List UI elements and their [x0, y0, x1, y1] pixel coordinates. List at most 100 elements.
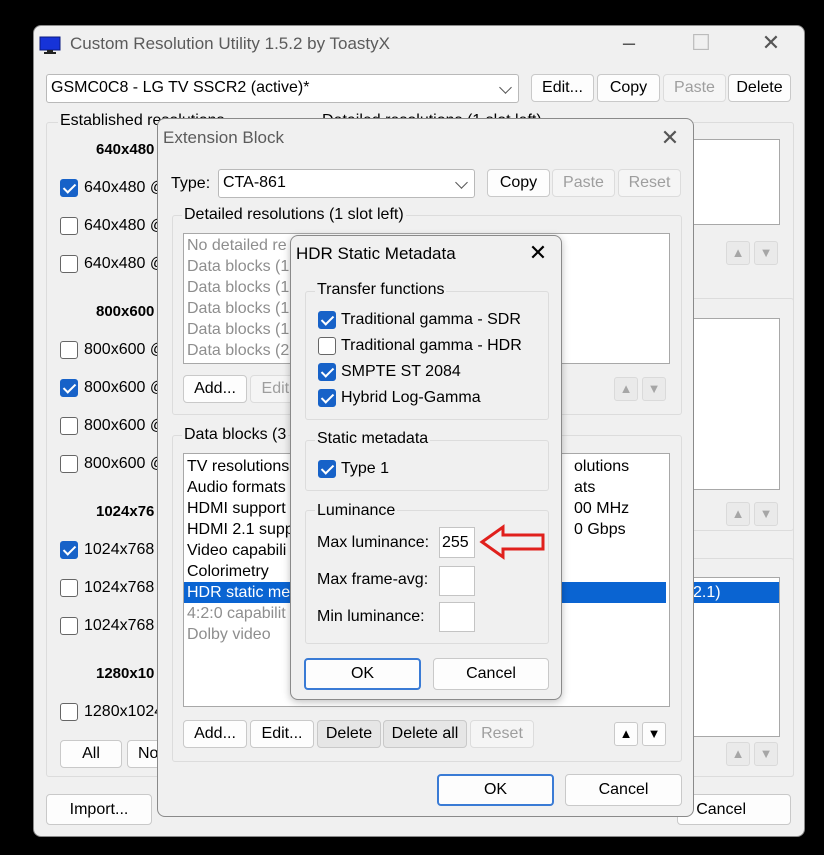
transfer-checkbox[interactable]: [318, 363, 336, 381]
detailed-list[interactable]: [689, 139, 780, 225]
db-add-button[interactable]: Add...: [183, 720, 247, 748]
ext-ok-button[interactable]: OK: [437, 774, 554, 806]
delete-monitor-button[interactable]: Delete: [728, 74, 791, 102]
db-delete-all-button[interactable]: Delete all: [383, 720, 467, 748]
resolution-label: 1024x768: [84, 617, 155, 634]
resolution-checkbox[interactable]: [60, 379, 78, 397]
resolution-group-heading: 1280x10: [96, 665, 155, 682]
resolution-label: 1024x768: [84, 579, 155, 596]
type-select[interactable]: CTA-861: [218, 169, 475, 198]
ext-cancel-button[interactable]: Cancel: [565, 774, 682, 806]
monitor-select-value: GSMC0C8 - LG TV SSCR2 (active)*: [51, 79, 310, 96]
resolution-label: 640x480 @: [84, 179, 167, 196]
type1-checkbox[interactable]: [318, 460, 336, 478]
hdr-dialog: HDR Static Metadata ✕ Transfer functions…: [290, 235, 562, 700]
ext-detailed-up-button[interactable]: ▲: [614, 377, 638, 401]
ext-detailed-add-button[interactable]: Add...: [183, 375, 247, 403]
list-item[interactable]: 0 Gbps: [574, 519, 626, 540]
list-item[interactable]: Dolby video: [184, 624, 271, 645]
ext-move-down-button[interactable]: ▼: [754, 502, 778, 526]
transfer-label: Transfer functions: [315, 281, 447, 299]
resolution-checkbox[interactable]: [60, 455, 78, 473]
db-move-up-button[interactable]: ▲: [614, 722, 638, 746]
list-item[interactable]: 00 MHz: [574, 498, 629, 519]
db-delete-button[interactable]: Delete: [317, 720, 381, 748]
list-item[interactable]: Video capabili: [184, 540, 286, 561]
extension-blocks-list[interactable]: [689, 318, 780, 490]
min-luminance-label: Min luminance:: [317, 608, 425, 625]
annotation-arrow-icon: [479, 524, 547, 560]
ext-copy-button[interactable]: Copy: [487, 169, 550, 197]
list-item[interactable]: HDMI support: [184, 498, 286, 519]
extension-list-2[interactable]: 2.1): [689, 577, 780, 737]
list-item[interactable]: Audio formats: [184, 477, 286, 498]
app-icon: [39, 36, 61, 54]
ext-reset-button[interactable]: Reset: [618, 169, 681, 197]
ext2-move-down-button[interactable]: ▼: [754, 742, 778, 766]
max-frame-avg-label: Max frame-avg:: [317, 571, 429, 588]
move-down-button[interactable]: ▼: [754, 241, 778, 265]
hdr-cancel-button[interactable]: Cancel: [433, 658, 549, 690]
resolution-checkbox[interactable]: [60, 541, 78, 559]
resolution-checkbox[interactable]: [60, 703, 78, 721]
transfer-label: Traditional gamma - SDR: [341, 311, 521, 328]
ext-dialog-title: Extension Block: [163, 128, 284, 147]
edit-monitor-button[interactable]: Edit...: [531, 74, 594, 102]
chevron-down-icon: [455, 176, 468, 189]
max-frame-avg-input[interactable]: [439, 566, 475, 596]
db-reset-button[interactable]: Reset: [470, 720, 534, 748]
db-edit-button[interactable]: Edit...: [250, 720, 314, 748]
monitor-select[interactable]: GSMC0C8 - LG TV SSCR2 (active)*: [46, 74, 519, 103]
resolution-label: 640x480 @: [84, 217, 167, 234]
resolution-checkbox[interactable]: [60, 417, 78, 435]
ext-move-up-button[interactable]: ▲: [726, 502, 750, 526]
type1-label: Type 1: [341, 460, 390, 477]
ext2-move-up-button[interactable]: ▲: [726, 742, 750, 766]
list-item[interactable]: olutions: [574, 456, 629, 477]
close-button[interactable]: ✕: [756, 28, 786, 58]
ext-detailed-down-button[interactable]: ▼: [642, 377, 666, 401]
resolution-label: 1280x1024: [84, 703, 164, 720]
list-item[interactable]: TV resolutions: [184, 456, 289, 477]
import-button[interactable]: Import...: [46, 794, 152, 825]
maximize-button[interactable]: ☐: [686, 28, 716, 58]
resolution-label: 800x600 @: [84, 455, 167, 472]
select-all-button[interactable]: All: [60, 740, 122, 768]
db-move-down-button[interactable]: ▼: [642, 722, 666, 746]
resolution-checkbox[interactable]: [60, 617, 78, 635]
move-up-button[interactable]: ▲: [726, 241, 750, 265]
resolution-checkbox[interactable]: [60, 341, 78, 359]
type-label: Type:: [171, 175, 211, 192]
resolution-checkbox[interactable]: [60, 579, 78, 597]
list-item[interactable]: ats: [574, 477, 595, 498]
max-luminance-input[interactable]: 255: [439, 527, 475, 558]
transfer-checkbox[interactable]: [318, 389, 336, 407]
list-item[interactable]: Colorimetry: [184, 561, 269, 582]
resolution-label: 640x480 @: [84, 255, 167, 272]
ext-close-button[interactable]: ✕: [655, 123, 685, 153]
resolution-label: 1024x768: [84, 541, 155, 558]
resolution-label: 800x600 @: [84, 341, 167, 358]
copy-monitor-button[interactable]: Copy: [597, 74, 660, 102]
resolution-group-heading: 800x600: [96, 303, 155, 320]
list-item[interactable]: HDMI 2.1 supp: [184, 519, 294, 540]
list-item[interactable]: 4:2:0 capabilit: [184, 603, 286, 624]
resolution-label: 800x600 @: [84, 379, 167, 396]
selected-list-row[interactable]: 2.1): [690, 582, 779, 603]
ext-datablocks-label: Data blocks (3: [182, 426, 289, 444]
hdr-ok-button[interactable]: OK: [304, 658, 421, 690]
main-cancel-button[interactable]: Cancel: [677, 794, 791, 825]
resolution-checkbox[interactable]: [60, 179, 78, 197]
static-metadata-label: Static metadata: [315, 430, 431, 448]
max-luminance-label: Max luminance:: [317, 534, 430, 551]
transfer-label: Traditional gamma - HDR: [341, 337, 522, 354]
hdr-close-button[interactable]: ✕: [523, 238, 553, 268]
resolution-checkbox[interactable]: [60, 255, 78, 273]
paste-monitor-button[interactable]: Paste: [663, 74, 726, 102]
min-luminance-input[interactable]: [439, 602, 475, 632]
minimize-button[interactable]: –: [614, 28, 644, 58]
transfer-checkbox[interactable]: [318, 311, 336, 329]
resolution-checkbox[interactable]: [60, 217, 78, 235]
transfer-checkbox[interactable]: [318, 337, 336, 355]
ext-paste-button[interactable]: Paste: [552, 169, 615, 197]
